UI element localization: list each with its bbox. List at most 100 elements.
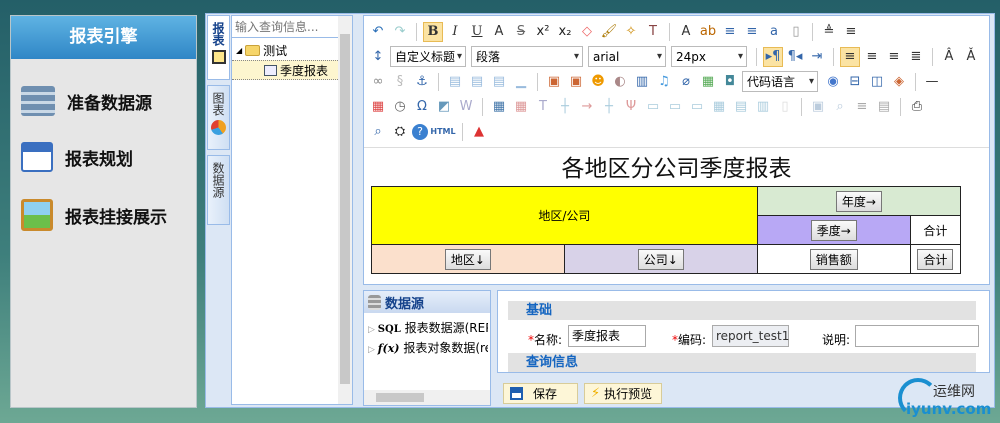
chart-icon[interactable]: ▲ [469, 122, 489, 142]
delete-col-icon[interactable]: Ψ [621, 97, 641, 117]
align-right-icon[interactable]: ≡ [884, 47, 904, 67]
merge-down-icon[interactable]: ▭ [687, 97, 707, 117]
attachment-icon[interactable]: ⌀ [676, 72, 696, 92]
redo-icon[interactable]: ↷ [390, 22, 410, 42]
insert-col-icon[interactable]: ┼ [599, 97, 619, 117]
multi-image-icon[interactable]: ▣ [566, 72, 586, 92]
menu-report-display[interactable]: 报表挂接展示 [21, 199, 167, 231]
preview-button[interactable]: ⚡ 执行预览 [584, 383, 662, 404]
subscript-icon[interactable]: x₂ [555, 22, 575, 42]
paragraph-select[interactable]: 段落 [471, 46, 583, 67]
name-input[interactable]: 季度报表 [568, 325, 646, 347]
img-none-icon[interactable]: ▤ [467, 72, 487, 92]
auto-format-icon[interactable]: ✧ [621, 22, 641, 42]
datasource-item-object[interactable]: ▷ f(x) 报表对象数据(report) [368, 339, 488, 356]
template-icon[interactable]: ◫ [867, 72, 887, 92]
size-select[interactable]: 24px [671, 46, 747, 67]
tree-folder-test[interactable]: ◢ 测试 [236, 40, 287, 60]
anchor-icon[interactable]: ⚓ [412, 72, 432, 92]
align-left-icon[interactable]: ≡ [840, 46, 860, 67]
undo-icon[interactable]: ↶ [368, 22, 388, 42]
horizontal-rule-icon[interactable]: — [922, 72, 942, 92]
code-lang-select[interactable]: 代码语言 [742, 71, 818, 92]
tab-chart[interactable]: 图表 [207, 85, 230, 150]
tree-leaf-quarterly[interactable]: 季度报表 [232, 60, 338, 80]
time-icon[interactable]: ◷ [390, 97, 410, 117]
blank-page-icon[interactable]: ▯ [786, 22, 806, 42]
justify-icon[interactable]: ≣ [906, 47, 926, 67]
special-char-icon[interactable]: Ω [412, 97, 432, 117]
rtl-icon[interactable]: ¶◂ [785, 47, 805, 67]
ltr-icon[interactable]: ▸¶ [763, 46, 783, 67]
table-title-icon[interactable]: T [533, 97, 553, 117]
cell-sales[interactable]: 销售额 [756, 244, 911, 274]
tab-datasource[interactable]: 数据源 [207, 155, 230, 225]
image-icon[interactable]: ▣ [544, 72, 564, 92]
cell-props-icon[interactable]: ▯ [775, 97, 795, 117]
sales-button[interactable]: 销售额 [809, 248, 858, 270]
total-button[interactable]: 合计 [917, 248, 954, 270]
insert-table-icon[interactable]: ▦ [489, 97, 509, 117]
editor-content[interactable]: 各地区分公司季度报表 地区/公司 年度→ 季度→ 合计 地区↓ 公司↓ 销售额 … [364, 147, 989, 285]
underline-icon[interactable]: U [467, 22, 487, 42]
split-cols-icon[interactable]: ▥ [753, 97, 773, 117]
font-color-icon[interactable]: A [676, 22, 696, 42]
menu-prepare-datasource[interactable]: 准备数据源 [21, 86, 152, 116]
video-icon[interactable]: ▥ [632, 72, 652, 92]
company-button[interactable]: 公司↓ [637, 248, 684, 270]
tree-search-input[interactable] [232, 16, 338, 38]
strikethrough-icon[interactable]: S̶ [511, 22, 531, 42]
custom-title-select[interactable]: 自定义标题 [390, 46, 466, 67]
line-height-up-icon[interactable]: ≜ [819, 22, 839, 42]
tree-scrollbar[interactable] [338, 16, 352, 404]
line-height-down-icon[interactable]: ≡ [841, 22, 861, 42]
music-icon[interactable]: ♫ [654, 72, 674, 92]
select-all-icon[interactable]: ≡ [852, 97, 872, 117]
preview-icon[interactable]: ⌕ [368, 122, 388, 142]
eraser-icon[interactable]: ◇ [577, 22, 597, 42]
split-rows-icon[interactable]: ▤ [731, 97, 751, 117]
help-icon[interactable]: ? [412, 123, 428, 140]
datasource-item-sql[interactable]: ▷ SQL 报表数据源(REPORT_TEST) [368, 319, 488, 336]
region-button[interactable]: 地区↓ [444, 248, 491, 270]
background-icon[interactable]: ◈ [889, 72, 909, 92]
cell-total-header[interactable]: 合计 [909, 215, 962, 245]
unordered-list-icon[interactable]: ≡ [742, 22, 762, 42]
img-center-icon[interactable]: ▤ [489, 72, 509, 92]
delete-table-icon[interactable]: ▦ [511, 97, 531, 117]
format-brush-icon[interactable]: 🖌 [599, 22, 619, 42]
code-input[interactable]: report_test1 [712, 325, 789, 347]
bold-icon[interactable]: B [423, 21, 443, 42]
insert-row-icon[interactable]: ┼ [555, 97, 575, 117]
img-right-icon[interactable]: ▁ [511, 72, 531, 92]
superscript-icon[interactable]: x² [533, 22, 553, 42]
search-replace-icon[interactable]: ⌕ [830, 97, 850, 117]
find-icon[interactable]: ⛭ [390, 122, 410, 142]
split-cells-icon[interactable]: ▦ [709, 97, 729, 117]
align-center-icon[interactable]: ≡ [862, 47, 882, 67]
save-button[interactable]: 保存 [503, 383, 578, 404]
highlight-icon[interactable]: ab [698, 22, 718, 42]
cell-quarter[interactable]: 季度→ [756, 215, 911, 245]
map-icon[interactable]: ▦ [698, 72, 718, 92]
delete-row-icon[interactable]: → [577, 97, 597, 117]
unlink-icon[interactable]: § [390, 72, 410, 92]
gmap-icon[interactable]: ◘ [720, 72, 740, 92]
emoticon-icon[interactable]: ☻ [588, 72, 608, 92]
merge-cells-icon[interactable]: ▭ [643, 97, 663, 117]
italic-icon[interactable]: I [445, 22, 465, 42]
web-app-icon[interactable]: ◉ [823, 72, 843, 92]
cell-total[interactable]: 合计 [909, 244, 962, 274]
font-larger-icon[interactable]: Â [939, 47, 959, 67]
row-spacing-icon[interactable]: ↕ [368, 47, 388, 67]
datasource-hscrollbar[interactable] [364, 390, 490, 405]
text-box-icon[interactable]: a [764, 22, 784, 42]
paste-text-icon[interactable]: T [643, 22, 663, 42]
menu-report-planning[interactable]: 报表规划 [21, 142, 133, 172]
font-select[interactable]: arial [588, 46, 666, 67]
indent-icon[interactable]: ⇥ [807, 47, 827, 67]
font-border-icon[interactable]: A [489, 22, 509, 42]
ordered-list-icon[interactable]: ≡ [720, 22, 740, 42]
scrawl-icon[interactable]: ◐ [610, 72, 630, 92]
page-break-icon[interactable]: ⊟ [845, 72, 865, 92]
